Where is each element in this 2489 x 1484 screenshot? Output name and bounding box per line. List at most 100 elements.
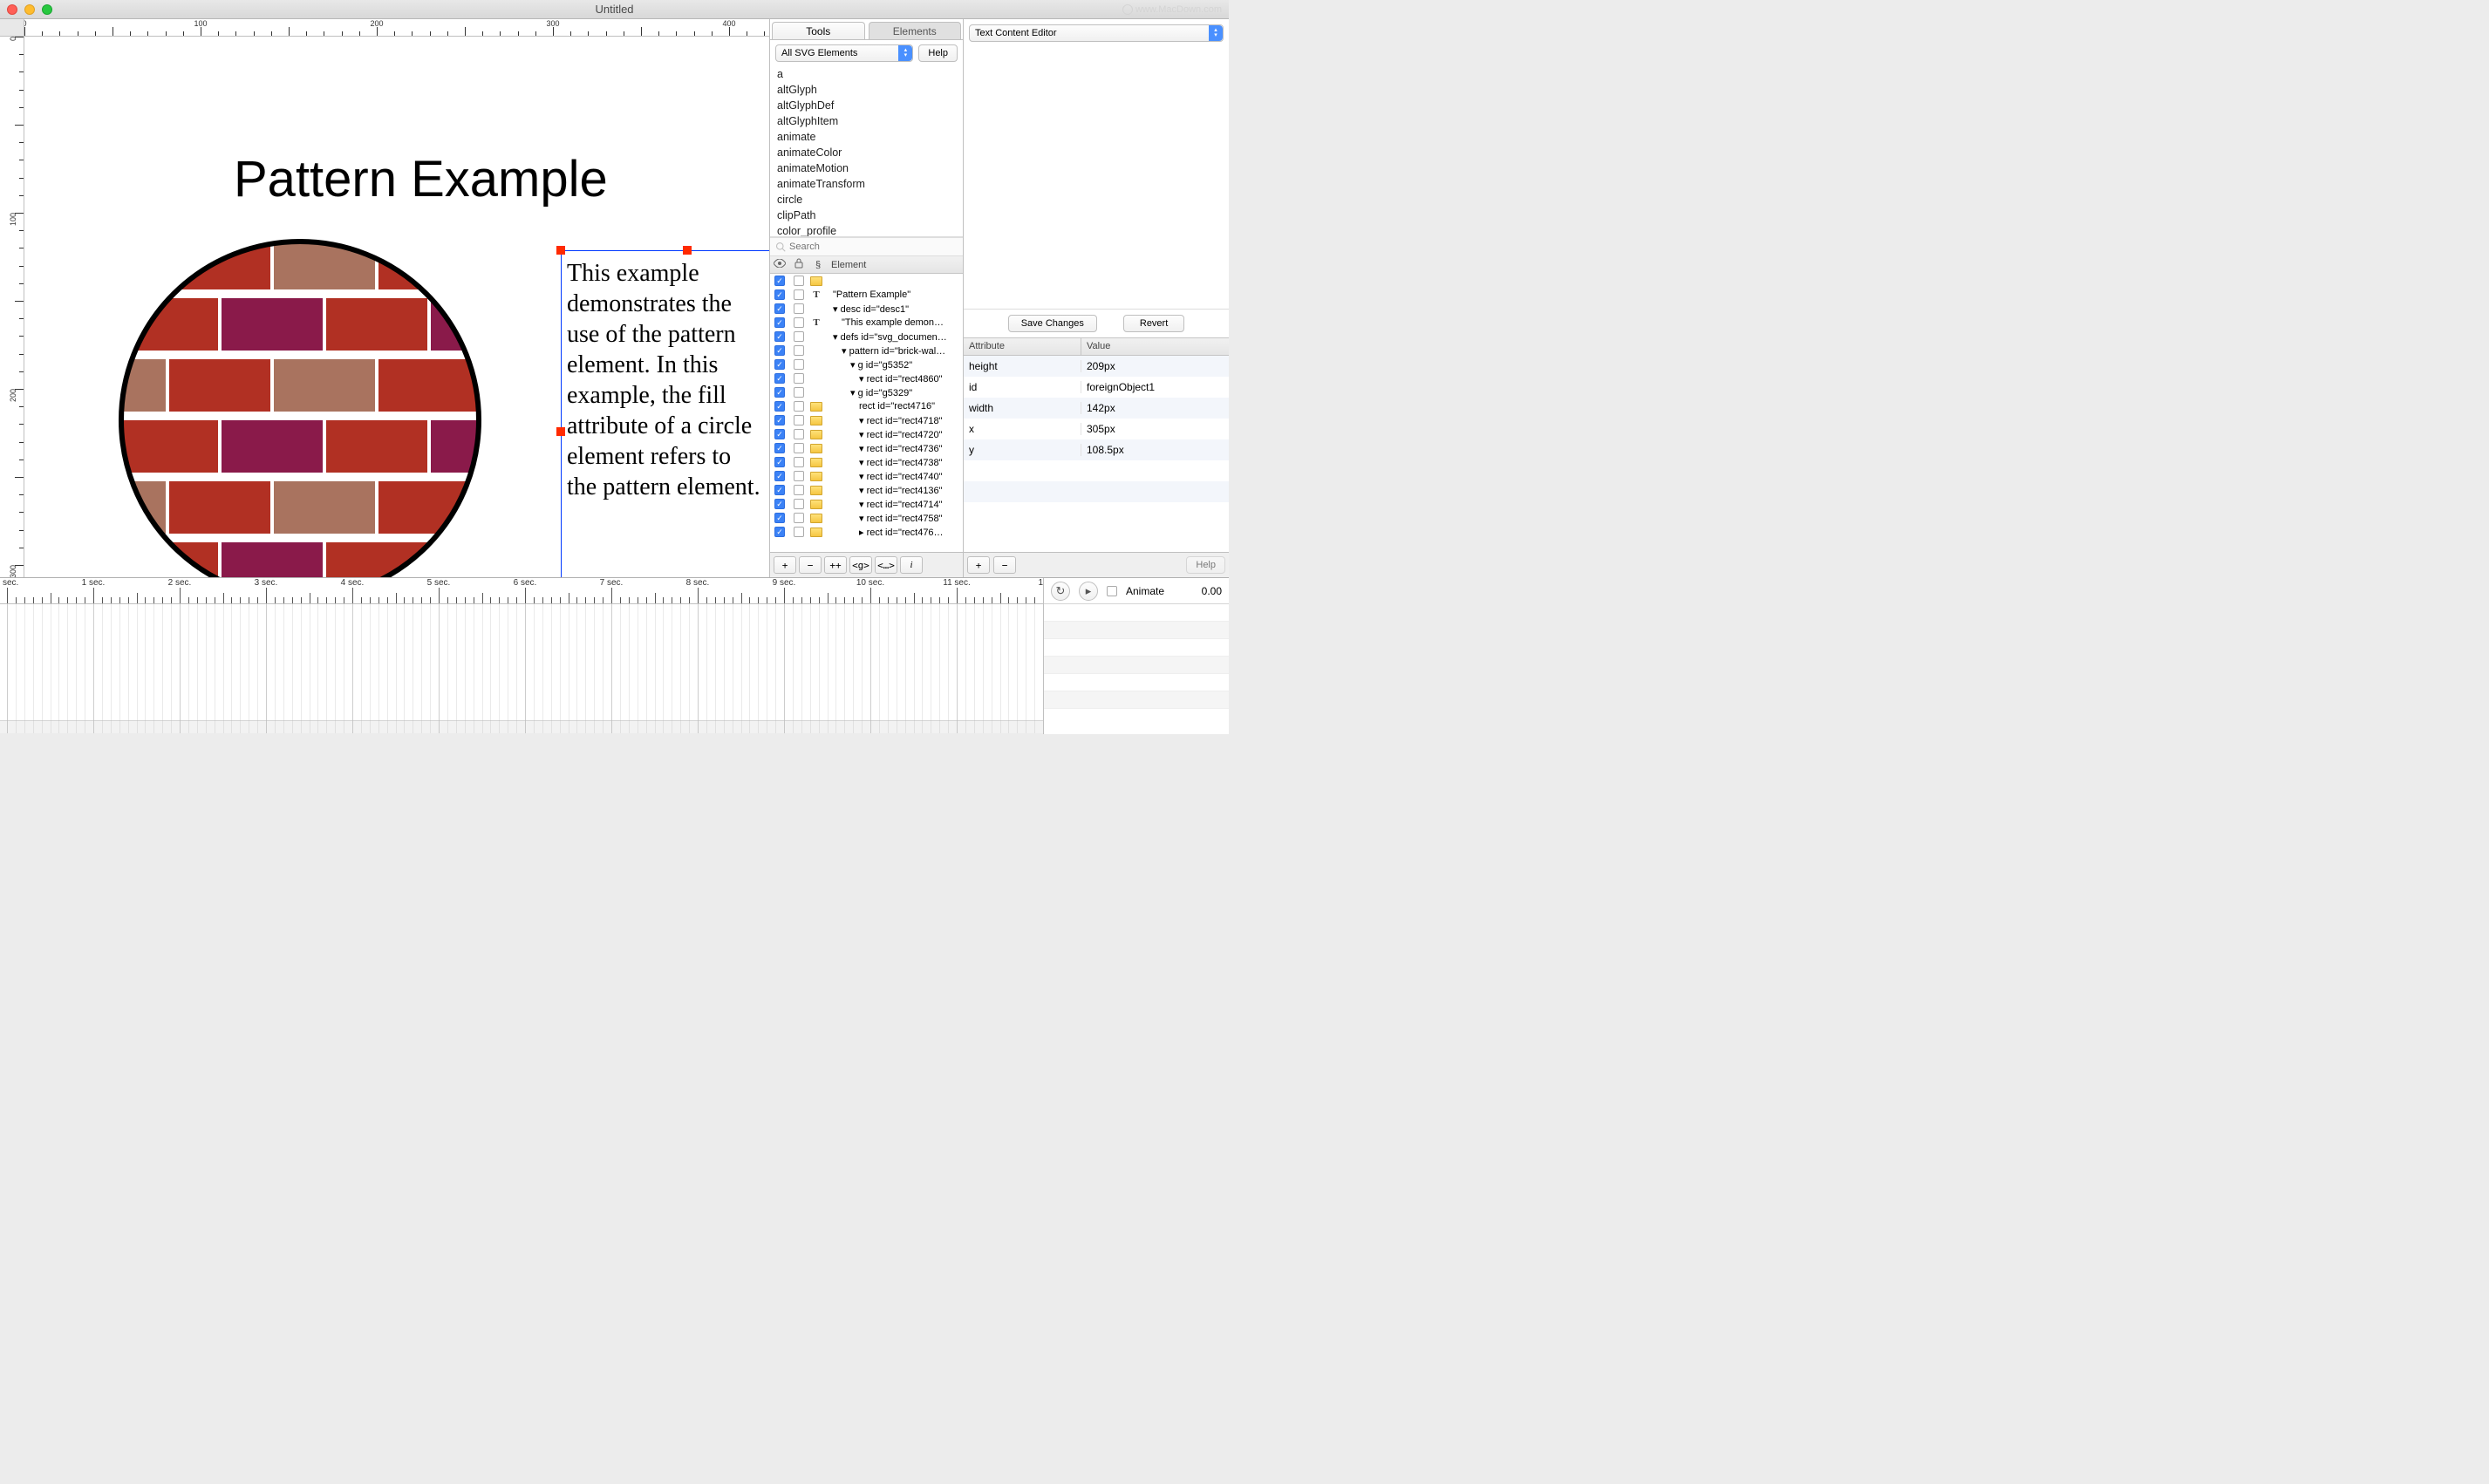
lock-checkbox[interactable] xyxy=(794,359,804,370)
table-row[interactable]: x305px xyxy=(964,419,1229,439)
help-button[interactable]: Help xyxy=(918,44,958,62)
lock-checkbox[interactable] xyxy=(794,457,804,467)
tree-row[interactable]: ✓▾ rect id="rect4860" xyxy=(770,371,963,385)
lock-checkbox[interactable] xyxy=(794,289,804,300)
lock-checkbox[interactable] xyxy=(794,373,804,384)
tree-row[interactable]: ✓▾ rect id="rect4136" xyxy=(770,483,963,497)
editor-mode-select[interactable]: Text Content Editor xyxy=(969,24,1224,42)
visibility-checkbox[interactable]: ✓ xyxy=(774,415,785,425)
list-item[interactable]: color_profile xyxy=(770,223,963,237)
visibility-checkbox[interactable]: ✓ xyxy=(774,331,785,342)
lock-checkbox[interactable] xyxy=(794,415,804,425)
close-window-button[interactable] xyxy=(7,4,17,15)
revert-button[interactable]: Revert xyxy=(1123,315,1184,332)
tree-row[interactable]: ✓▾ rect id="rect4718" xyxy=(770,413,963,427)
table-row[interactable]: y108.5px xyxy=(964,439,1229,460)
tab-elements[interactable]: Elements xyxy=(869,22,962,39)
list-item[interactable]: animate xyxy=(770,129,963,145)
visibility-checkbox[interactable]: ✓ xyxy=(774,289,785,300)
tree-row[interactable]: ✓▾ rect id="rect4736" xyxy=(770,441,963,455)
tree-row[interactable]: ✓▾ rect id="rect4714" xyxy=(770,497,963,511)
lock-checkbox[interactable] xyxy=(794,499,804,509)
visibility-checkbox[interactable]: ✓ xyxy=(774,387,785,398)
selection-handle-nw[interactable] xyxy=(556,246,565,255)
svg-title-text[interactable]: Pattern Example xyxy=(234,150,608,208)
remove-element-button[interactable]: − xyxy=(799,556,822,574)
tree-row[interactable]: ✓T"This example demon… xyxy=(770,316,963,330)
visibility-checkbox[interactable]: ✓ xyxy=(774,513,785,523)
attr-value[interactable]: 209px xyxy=(1081,360,1229,372)
tree-row[interactable]: ✓▾ desc id="desc1" xyxy=(770,302,963,316)
visibility-checkbox[interactable]: ✓ xyxy=(774,429,785,439)
visibility-checkbox[interactable]: ✓ xyxy=(774,276,785,286)
zoom-window-button[interactable] xyxy=(42,4,52,15)
attr-value[interactable]: 108.5px xyxy=(1081,444,1229,456)
play-button[interactable]: ▸ xyxy=(1079,582,1098,601)
lock-checkbox[interactable] xyxy=(794,401,804,412)
minimize-window-button[interactable] xyxy=(24,4,35,15)
tree-row[interactable]: ✓ xyxy=(770,274,963,288)
duplicate-button[interactable]: ++ xyxy=(824,556,847,574)
list-item[interactable]: circle xyxy=(770,192,963,208)
lock-checkbox[interactable] xyxy=(794,345,804,356)
tree-row[interactable]: ✓T"Pattern Example" xyxy=(770,288,963,302)
rewind-button[interactable]: ↻ xyxy=(1051,582,1070,601)
tab-tools[interactable]: Tools xyxy=(772,22,865,39)
brick-pattern-circle[interactable] xyxy=(117,237,483,577)
tree-row[interactable]: ✓▾ g id="g5329" xyxy=(770,385,963,399)
lock-checkbox[interactable] xyxy=(794,331,804,342)
visibility-checkbox[interactable]: ✓ xyxy=(774,345,785,356)
lock-checkbox[interactable] xyxy=(794,527,804,537)
wrap-button[interactable]: <…> xyxy=(875,556,897,574)
visibility-checkbox[interactable]: ✓ xyxy=(774,485,785,495)
visibility-checkbox[interactable]: ✓ xyxy=(774,499,785,509)
svg-element-list[interactable]: aaltGlyphaltGlyphDefaltGlyphItemanimate a… xyxy=(770,66,963,237)
tree-row[interactable]: ✓▸ rect id="rect476… xyxy=(770,525,963,539)
list-item[interactable]: animateMotion xyxy=(770,160,963,176)
add-element-button[interactable]: + xyxy=(774,556,796,574)
lock-checkbox[interactable] xyxy=(794,443,804,453)
animate-checkbox[interactable] xyxy=(1107,586,1117,596)
visibility-checkbox[interactable]: ✓ xyxy=(774,401,785,412)
tree-row[interactable]: ✓rect id="rect4716" xyxy=(770,399,963,413)
remove-attr-button[interactable]: − xyxy=(993,556,1016,574)
tree-row[interactable]: ✓▾ pattern id="brick-wal… xyxy=(770,344,963,357)
lock-checkbox[interactable] xyxy=(794,471,804,481)
tree-row[interactable]: ✓▾ g id="g5352" xyxy=(770,357,963,371)
attr-value[interactable]: foreignObject1 xyxy=(1081,381,1229,393)
attr-help-button[interactable]: Help xyxy=(1186,556,1225,574)
visibility-checkbox[interactable]: ✓ xyxy=(774,373,785,384)
tree-row[interactable]: ✓▾ rect id="rect4738" xyxy=(770,455,963,469)
list-item[interactable]: clipPath xyxy=(770,208,963,223)
visibility-checkbox[interactable]: ✓ xyxy=(774,443,785,453)
visibility-checkbox[interactable]: ✓ xyxy=(774,303,785,314)
save-changes-button[interactable]: Save Changes xyxy=(1008,315,1097,332)
tree-row[interactable]: ✓▾ rect id="rect4758" xyxy=(770,511,963,525)
visibility-checkbox[interactable]: ✓ xyxy=(774,359,785,370)
foreign-object-text[interactable]: This example demonstrates the use of the… xyxy=(561,250,769,577)
selection-handle-n[interactable] xyxy=(683,246,692,255)
list-item[interactable]: a xyxy=(770,66,963,82)
add-attr-button[interactable]: + xyxy=(967,556,990,574)
visibility-checkbox[interactable]: ✓ xyxy=(774,471,785,481)
list-item[interactable]: altGlyphItem xyxy=(770,113,963,129)
svg-canvas[interactable]: Pattern Example xyxy=(24,37,769,577)
group-button[interactable]: <g> xyxy=(849,556,872,574)
lock-checkbox[interactable] xyxy=(794,485,804,495)
table-row[interactable]: width142px xyxy=(964,398,1229,419)
table-row[interactable]: idforeignObject1 xyxy=(964,377,1229,398)
tree-row[interactable]: ✓▾ rect id="rect4740" xyxy=(770,469,963,483)
lock-checkbox[interactable] xyxy=(794,317,804,328)
element-filter-select[interactable]: All SVG Elements xyxy=(775,44,913,62)
tree-row[interactable]: ✓▾ defs id="svg_documen… xyxy=(770,330,963,344)
visibility-checkbox[interactable]: ✓ xyxy=(774,317,785,328)
selection-handle-w[interactable] xyxy=(556,427,565,436)
list-item[interactable]: altGlyphDef xyxy=(770,98,963,113)
info-button[interactable]: i xyxy=(900,556,923,574)
lock-checkbox[interactable] xyxy=(794,387,804,398)
visibility-checkbox[interactable]: ✓ xyxy=(774,457,785,467)
list-item[interactable]: altGlyph xyxy=(770,82,963,98)
tree-row[interactable]: ✓▾ rect id="rect4720" xyxy=(770,427,963,441)
attr-value[interactable]: 305px xyxy=(1081,423,1229,435)
tree-search-input[interactable] xyxy=(789,242,958,252)
